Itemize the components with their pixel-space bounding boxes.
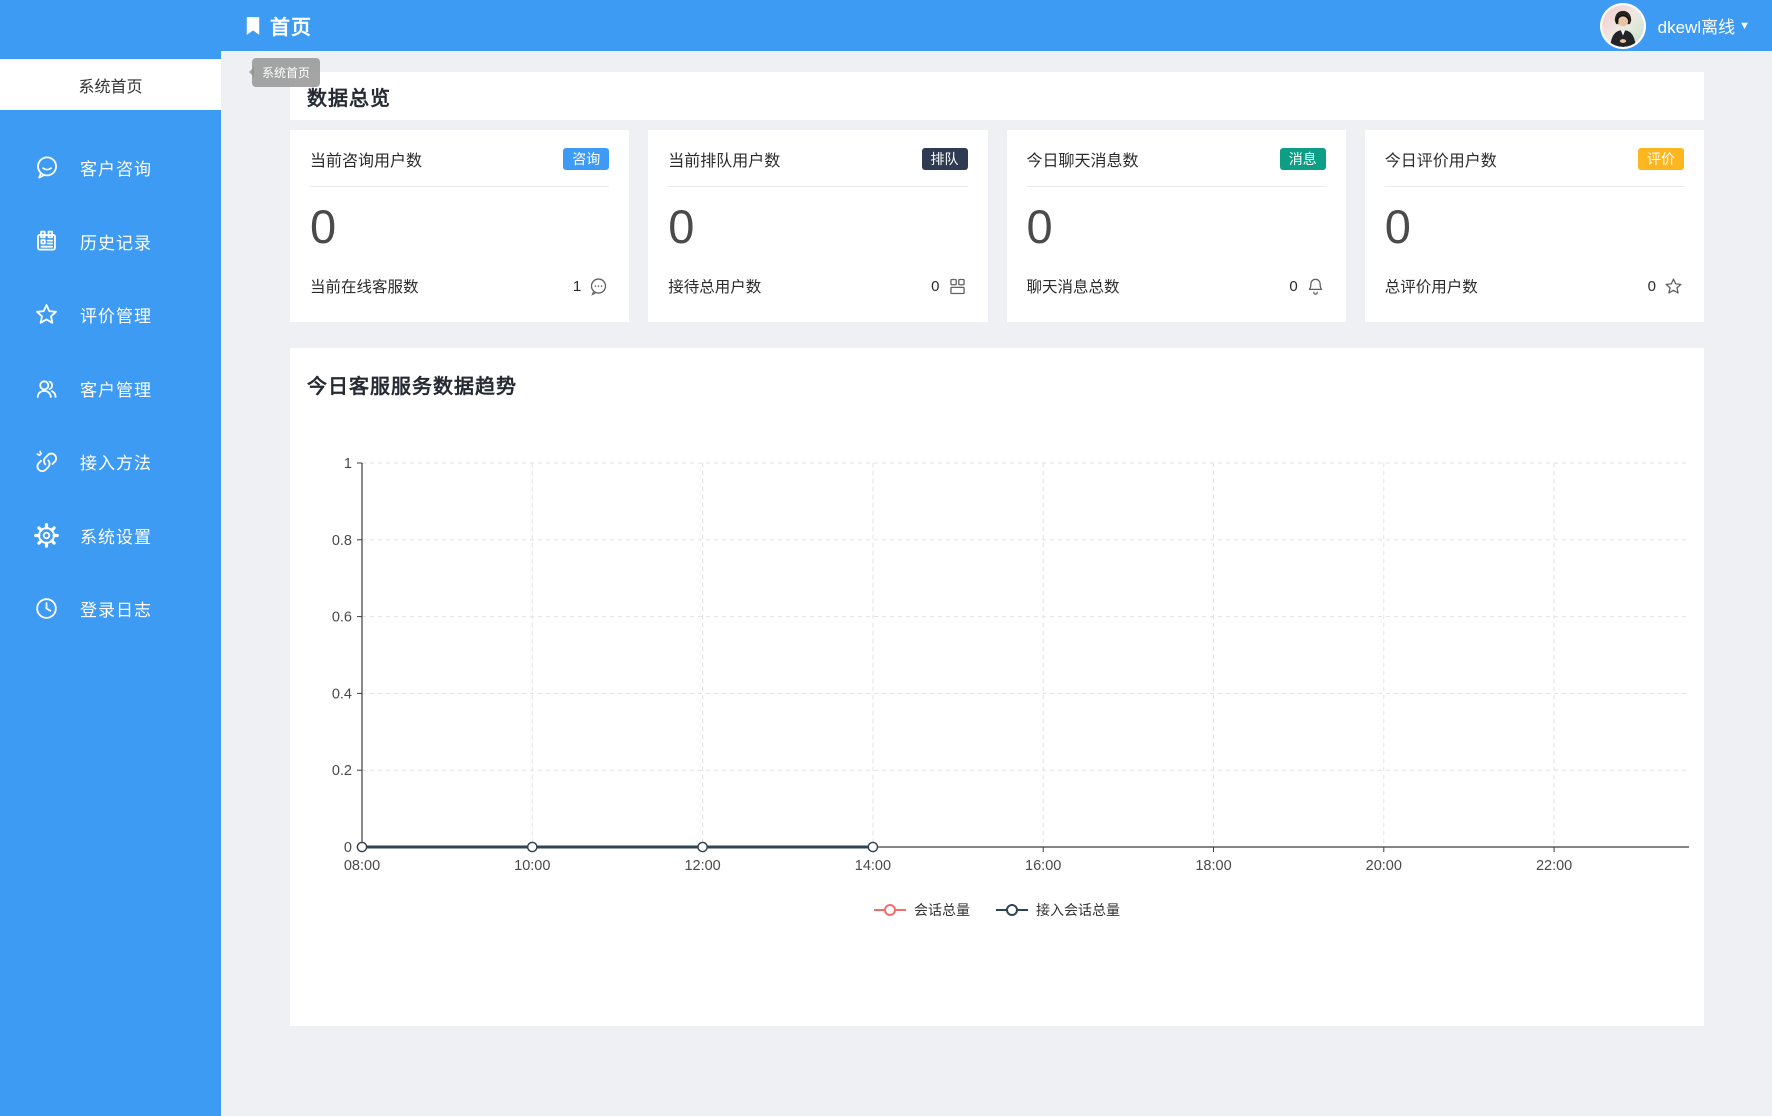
chart-title: 今日客服服务数据趋势 [307,376,517,398]
history-notebook-icon [37,230,56,251]
user-menu[interactable]: dkewl离线 ▼ [1599,0,1750,51]
sidebar-item-label: 客户管理 [80,380,152,400]
data-point-marker [356,841,368,853]
legend-label: 会话总量 [914,902,970,918]
legend-line-marker-icon [996,904,1028,916]
data-point-marker [867,841,879,853]
gear-icon [34,522,59,548]
data-point-marker [867,841,879,853]
user-name: dkewl离线 ▼ [1657,18,1750,37]
trend-line-chart: 0 0.2 0.4 0.6 0.8 1 08:00 10:00 12:00 14:00 16:00 1… [332,456,1689,874]
x-tick-label: 18:00 [1195,858,1231,874]
card-footer-label: 聊天消息总数 [1026,279,1120,296]
y-tick-label: 0.2 [332,763,352,779]
y-tick-label: 0 [344,840,352,856]
home-tab-tooltip: 系统首页 [248,58,321,87]
clock-icon [36,598,57,619]
legend-line-marker-icon [874,904,906,916]
sidebar-item-label: 评价管理 [80,307,152,327]
card-footer-value: 0 [931,277,940,295]
sidebar-item-rating-management[interactable]: 评价管理 [0,278,221,352]
y-tick-label: 0.4 [332,686,352,702]
data-point-marker [697,841,708,853]
chat-dots-icon [591,277,607,296]
sidebar-item-label: 客户咨询 [80,160,152,180]
users-icon [36,380,57,398]
sidebar-item-label: 系统设置 [80,527,152,547]
sidebar-item-label: 登录日志 [80,601,152,621]
chart-panel: 今日客服服务数据趋势 0 0.2 0.4 0.6 0.8 1 08:00 10:00 12:00… [290,348,1704,1026]
chart-legend: 会话总量 接入会话总量 [290,900,1704,920]
legend-item[interactable]: 接入会话总量 [996,900,1120,920]
link-icon [36,450,57,473]
x-tick-label: 22:00 [1536,858,1572,874]
stat-card-ratings: 今日评价用户数 评价 0 总评价用户数 0 [1364,130,1704,322]
bookmark-icon [246,16,260,35]
y-tick-label: 0.8 [332,533,352,549]
sidebar-item-label: 历史记录 [80,233,152,253]
card-value: 0 [1026,200,1053,253]
main-content: 系统首页 数据总览 当前咨询用户数 咨询 0 当前在线客服数 1 当前排队用户数… [221,51,1772,1116]
y-tick-label: 0.6 [332,610,352,626]
sidebar-item-system-settings[interactable]: 系统设置 [0,499,221,573]
x-tick-label: 10:00 [514,858,550,874]
stat-card-consulting: 当前咨询用户数 咨询 0 当前在线客服数 1 [290,130,630,322]
sidebar-item-system-home[interactable]: 系统首页 [0,59,221,110]
card-value: 0 [310,200,337,253]
card-footer-value: 1 [572,277,582,295]
legend-label: 接入会话总量 [1036,902,1120,918]
card-footer-label: 当前在线客服数 [310,279,419,296]
x-tick-label: 08:00 [344,858,380,874]
card-footer-value: 0 [1647,277,1656,295]
sidebar-item-customer-consult[interactable]: 客户咨询 [0,131,221,205]
sidebar-item-customer-management[interactable]: 客户管理 [0,352,221,426]
chat-smile-icon [37,156,57,179]
sidebar-item-label: 接入方法 [80,454,152,474]
stat-cards-row: 当前咨询用户数 咨询 0 当前在线客服数 1 当前排队用户数 排队 0 接待总用… [290,130,1704,322]
stat-card-messages: 今日聊天消息数 消息 0 聊天消息总数 0 [1006,130,1346,322]
data-point-marker [697,841,708,853]
card-title: 当前排队用户数 [668,153,781,170]
card-value: 0 [668,200,695,253]
y-tick-label: 1 [344,456,352,472]
data-point-marker [526,841,538,853]
status-badge: 评价 [1638,148,1684,170]
tab-home-label: 首页 [270,17,312,39]
x-tick-label: 16:00 [1025,858,1061,874]
data-point-marker [526,841,538,853]
sidebar-item-login-log[interactable]: 登录日志 [0,572,221,646]
x-tick-label: 14:00 [855,858,891,874]
star-icon [36,304,57,324]
overview-title: 数据总览 [307,87,391,110]
status-badge: 咨询 [563,148,610,170]
status-badge: 消息 [1279,148,1326,170]
chevron-down-icon: ▼ [1739,19,1750,32]
x-tick-label: 12:00 [684,858,720,874]
star-outline-icon [1665,277,1682,294]
sidebar: 系统首页 客户咨询 历史记录 评价管理 客户管理 接入方法 系统设置 登录日志 [0,51,221,1116]
card-footer-label: 接待总用户数 [668,279,762,296]
card-title: 当前咨询用户数 [310,153,423,170]
bell-icon [1308,278,1323,295]
status-badge: 排队 [921,148,968,170]
data-point-marker [356,841,368,853]
sidebar-nav: 客户咨询 历史记录 评价管理 客户管理 接入方法 系统设置 登录日志 [0,131,221,646]
x-tick-label: 20:00 [1366,858,1402,874]
card-title: 今日聊天消息数 [1026,153,1139,170]
top-bar: 首页 dkewl离线 ▼ [0,0,1772,51]
card-title: 今日评价用户数 [1384,153,1497,170]
avatar[interactable] [1599,2,1646,49]
legend-item[interactable]: 会话总量 [874,900,970,920]
sidebar-item-access-method[interactable]: 接入方法 [0,425,221,499]
sidebar-item-history[interactable]: 历史记录 [0,205,221,279]
card-footer-label: 总评价用户数 [1384,279,1478,296]
tab-home[interactable]: 首页 [245,0,312,51]
stat-card-queue: 当前排队用户数 排队 0 接待总用户数 0 [648,130,988,322]
avatar-image [1601,4,1644,47]
overview-panel: 数据总览 [290,72,1704,120]
queue-grid-icon [949,278,965,294]
card-value: 0 [1384,200,1411,253]
card-footer-value: 0 [1289,277,1298,295]
